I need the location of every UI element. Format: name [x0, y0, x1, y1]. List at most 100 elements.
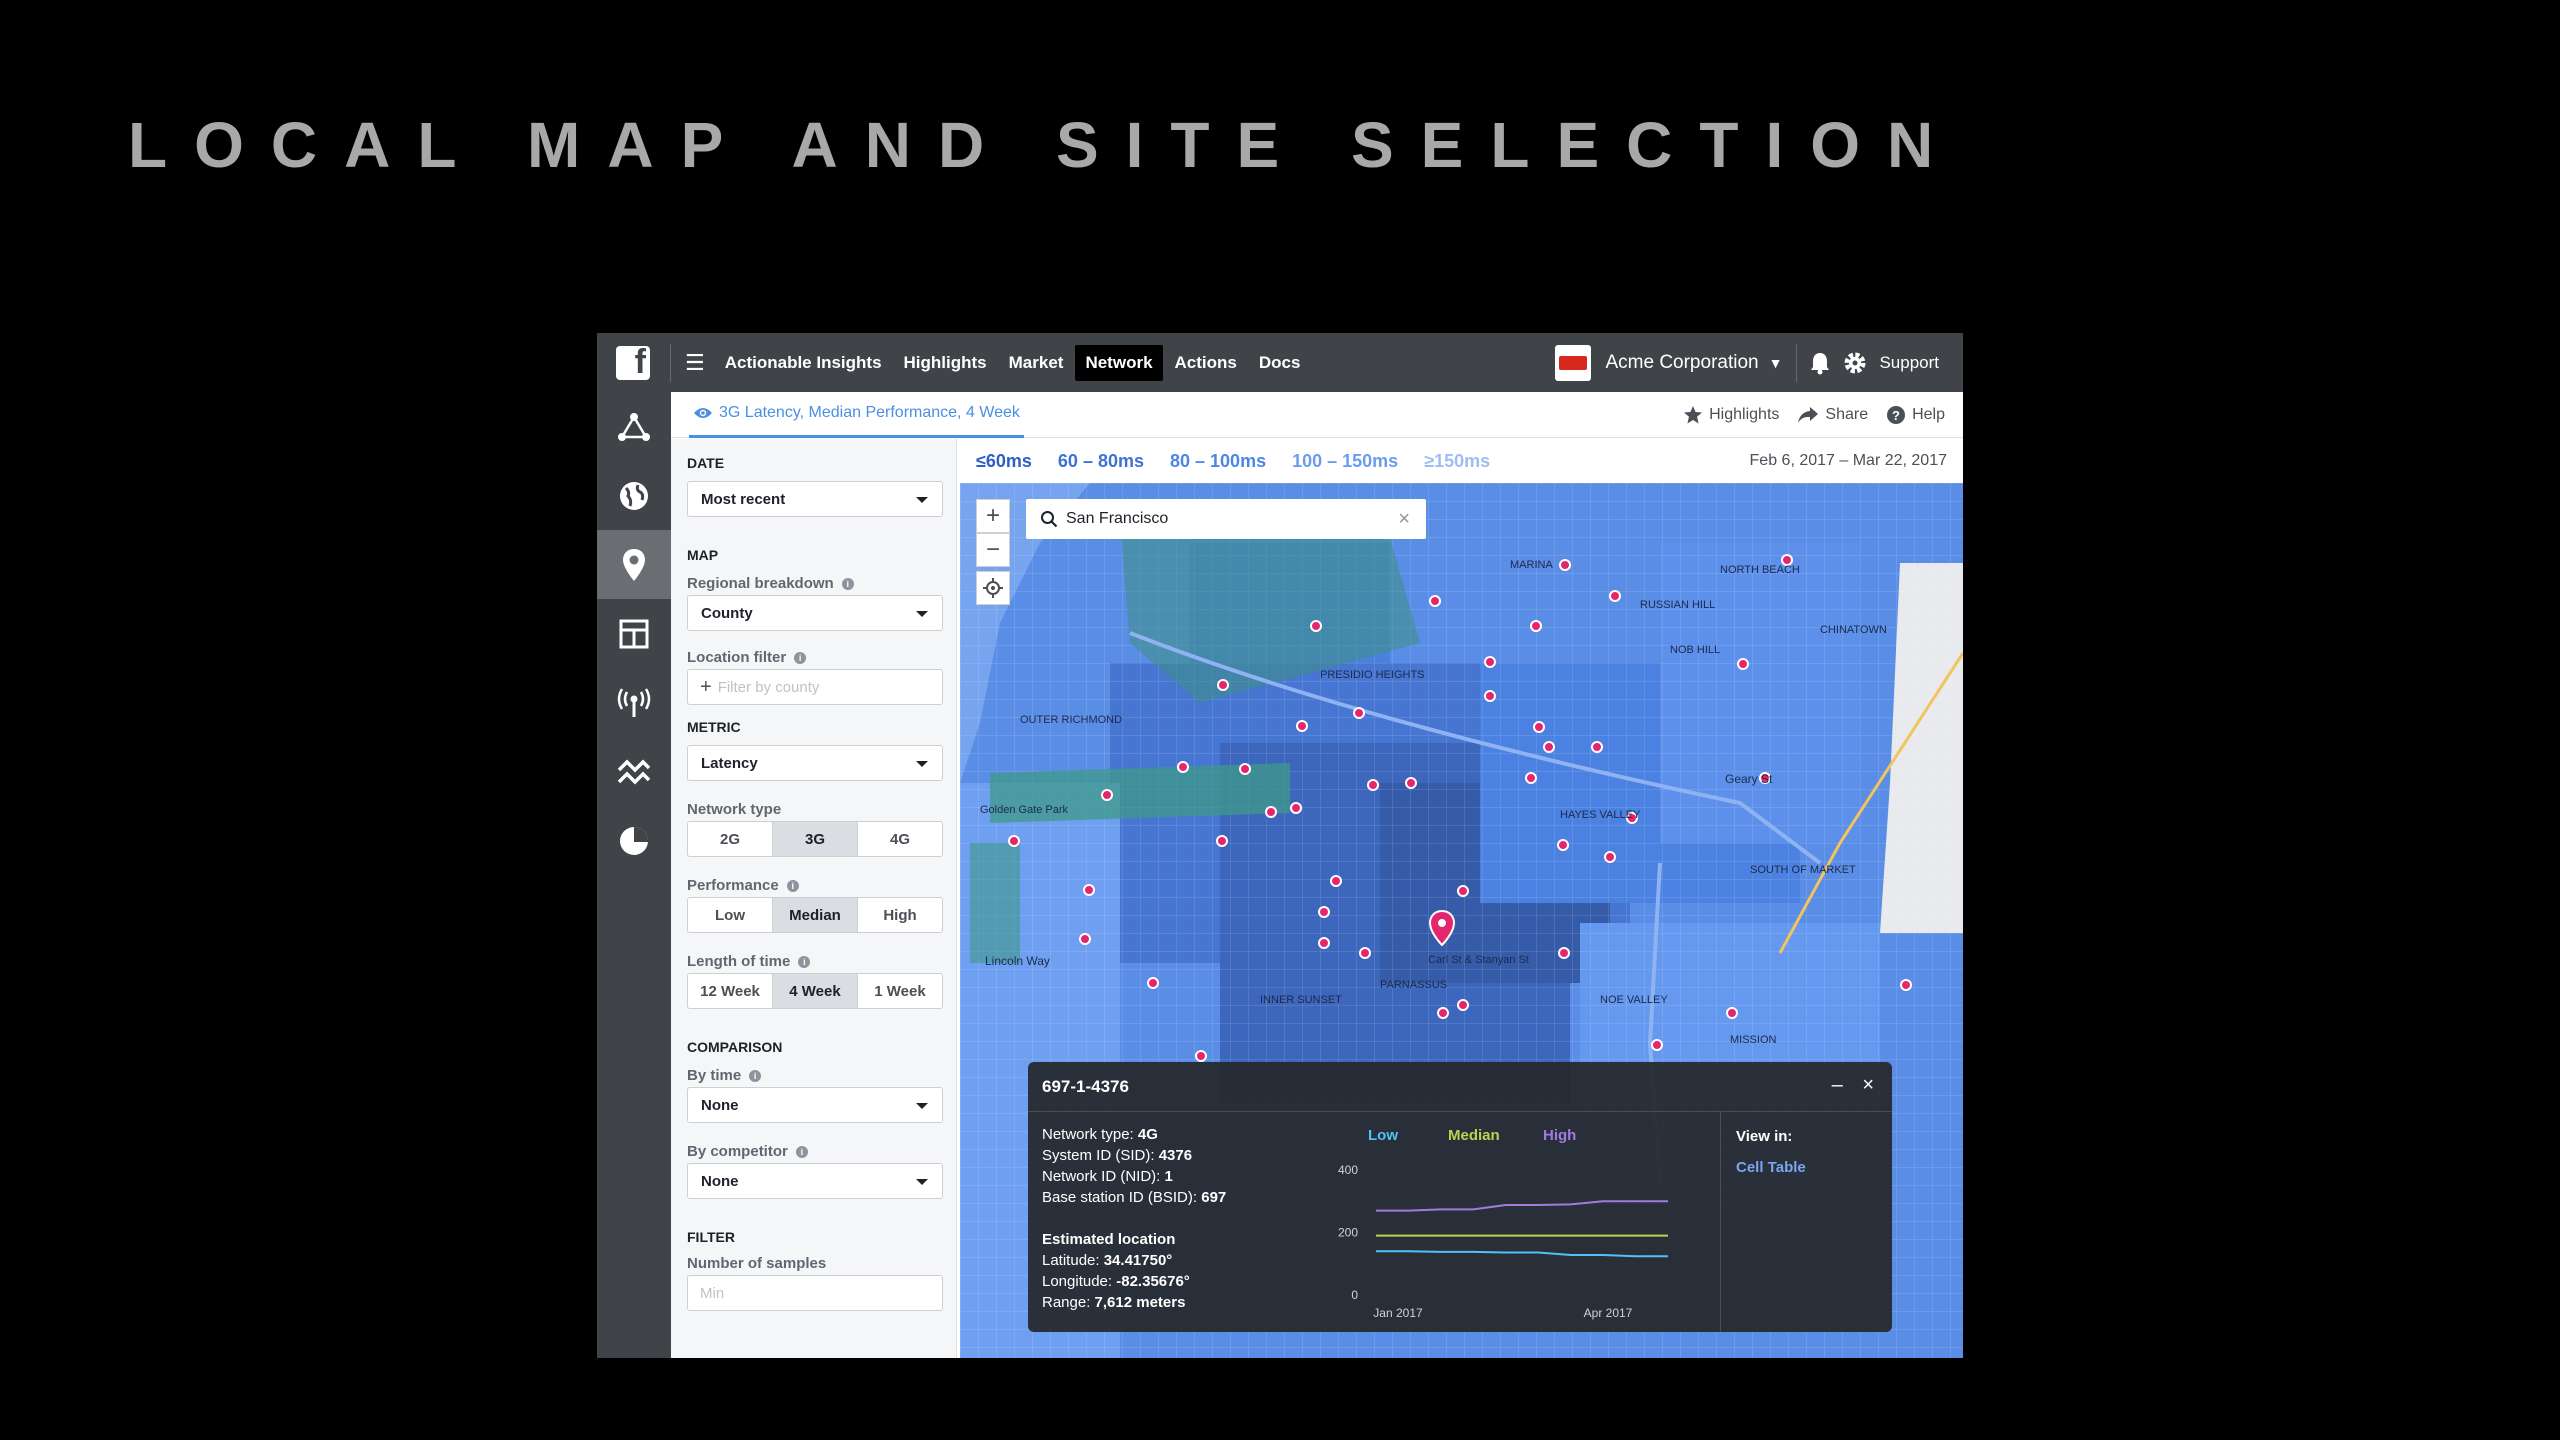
filter-panel: DATE Most recent MAP Regional breakdown i… [671, 439, 957, 1358]
map-label: SOUTH OF MARKET [1750, 864, 1856, 876]
nav-actions[interactable]: Actions [1165, 345, 1247, 381]
performance-median-option[interactable]: Median [773, 898, 858, 932]
y-tick-label: 200 [1338, 1226, 1358, 1240]
series-line-high [1376, 1200, 1668, 1212]
location-filter-input[interactable]: + Filter by county [687, 669, 943, 705]
y-tick-label: 400 [1338, 1163, 1358, 1177]
latency-legend: ≤60ms 60 – 80ms 80 – 100ms 100 – 150ms ≥… [960, 439, 1963, 483]
map-label: INNER SUNSET [1260, 994, 1342, 1006]
length-4-week-option[interactable]: 4 Week [773, 974, 858, 1008]
gear-icon[interactable] [1843, 351, 1867, 375]
top-nav-bar: f ☰ Actionable Insights Highlights Marke… [597, 333, 1963, 392]
date-range: Feb 6, 2017 – Mar 22, 2017 [1749, 452, 1947, 469]
crosshair-icon [983, 578, 1003, 598]
share-button[interactable]: Share [1797, 406, 1868, 424]
map-label: PARNASSUS [1380, 979, 1447, 991]
facebook-logo-icon[interactable]: f [616, 343, 650, 381]
x-tick-label: Apr 2017 [1584, 1306, 1633, 1320]
network-4g-option[interactable]: 4G [858, 822, 942, 856]
metric-select[interactable]: Latency [687, 745, 943, 781]
view-in-section: View in: Cell Table [1736, 1128, 1806, 1176]
map-label: NOE VALLEY [1600, 994, 1668, 1006]
info-icon: i [798, 956, 811, 968]
metric-section-title: METRIC [687, 719, 741, 735]
acme-logo [1555, 344, 1592, 381]
antenna-icon[interactable] [597, 668, 671, 737]
clear-search-icon[interactable]: × [1398, 508, 1410, 531]
network-2g-option[interactable]: 2G [688, 822, 773, 856]
legend-item[interactable]: ≥150ms [1424, 451, 1490, 472]
map-search-input[interactable]: San Francisco × [1026, 499, 1426, 539]
tab-current-view[interactable]: 3G Latency, Median Performance, 4 Week [689, 392, 1024, 438]
performance-toggle: Low Median High [687, 897, 943, 933]
series-line-low [1376, 1250, 1668, 1258]
info-icon: i [749, 1070, 762, 1082]
map-label: RUSSIAN HILL [1640, 599, 1715, 611]
menu-icon[interactable]: ☰ [685, 350, 705, 376]
length-12-week-option[interactable]: 12 Week [688, 974, 773, 1008]
by-competitor-select[interactable]: None [687, 1163, 943, 1199]
performance-high-option[interactable]: High [858, 898, 942, 932]
legend-item[interactable]: 60 – 80ms [1058, 451, 1144, 472]
length-1-week-option[interactable]: 1 Week [858, 974, 942, 1008]
samples-min-input[interactable]: Min [687, 1275, 943, 1311]
legend-item[interactable]: ≤60ms [976, 451, 1032, 472]
minimize-icon[interactable]: – [1832, 1074, 1843, 1096]
table-icon[interactable] [597, 599, 671, 668]
search-icon [1041, 511, 1058, 528]
by-time-label: By time i [687, 1067, 762, 1084]
bell-icon[interactable] [1809, 351, 1831, 375]
map-label: MISSION [1730, 1034, 1777, 1046]
x-tick-label: Jan 2017 [1373, 1306, 1423, 1320]
chevron-down-icon[interactable]: ▼ [1769, 355, 1783, 371]
highlights-button[interactable]: Highlights [1683, 405, 1779, 425]
company-name[interactable]: Acme Corporation [1605, 352, 1758, 374]
network-type-label: Network type [687, 801, 782, 818]
pie-chart-icon[interactable] [597, 806, 671, 875]
network-graph-icon[interactable] [597, 392, 671, 461]
site-detail-popup: 697-1-4376 – × Network type: 4G System I… [1028, 1062, 1892, 1332]
regional-breakdown-select[interactable]: County [687, 595, 943, 631]
map-view[interactable]: Carl St & Stanyan St Golden Gate Park OU… [960, 483, 1963, 1358]
zoom-in-button[interactable]: + [976, 499, 1010, 533]
info-icon: i [786, 880, 799, 892]
nav-docs[interactable]: Docs [1249, 345, 1311, 381]
chevron-down-icon [916, 611, 928, 617]
nav-market[interactable]: Market [999, 345, 1074, 381]
locate-button[interactable] [976, 571, 1010, 605]
info-icon: i [795, 1146, 808, 1158]
trend-icon[interactable] [597, 737, 671, 806]
nav-actionable-insights[interactable]: Actionable Insights [715, 345, 892, 381]
legend-item[interactable]: 80 – 100ms [1170, 451, 1266, 472]
by-time-select[interactable]: None [687, 1087, 943, 1123]
filter-section-title: FILTER [687, 1229, 735, 1245]
length-of-time-label: Length of time i [687, 953, 811, 970]
number-of-samples-label: Number of samples [687, 1255, 827, 1272]
comparison-section-title: COMPARISON [687, 1039, 783, 1055]
info-icon: i [841, 578, 854, 590]
help-button[interactable]: ? Help [1886, 405, 1945, 425]
app-screenshot: f ☰ Actionable Insights Highlights Marke… [597, 333, 1963, 1358]
chart-legend-item: High [1543, 1127, 1576, 1144]
map-label: MARINA [1510, 559, 1553, 571]
site-info: Network type: 4G System ID (SID): 4376 N… [1042, 1126, 1227, 1311]
network-3g-option[interactable]: 3G [773, 822, 858, 856]
svg-text:?: ? [1892, 408, 1900, 423]
cell-table-link[interactable]: Cell Table [1736, 1159, 1806, 1176]
close-icon[interactable]: × [1862, 1074, 1874, 1096]
globe-icon[interactable] [597, 461, 671, 530]
legend-item[interactable]: 100 – 150ms [1292, 451, 1398, 472]
y-tick-label: 0 [1351, 1288, 1358, 1302]
star-icon [1684, 405, 1703, 423]
sub-header-bar: 3G Latency, Median Performance, 4 Week H… [671, 392, 1963, 438]
map-pin-icon[interactable] [597, 530, 671, 599]
performance-low-option[interactable]: Low [688, 898, 773, 932]
zoom-out-button[interactable]: − [976, 533, 1010, 567]
date-select[interactable]: Most recent [687, 481, 943, 517]
map-label: Geary St [1725, 772, 1773, 786]
nav-highlights[interactable]: Highlights [894, 345, 997, 381]
chevron-down-icon [916, 1103, 928, 1109]
nav-network[interactable]: Network [1075, 344, 1163, 381]
view-in-label: View in: [1736, 1128, 1793, 1145]
support-link[interactable]: Support [1879, 353, 1939, 373]
